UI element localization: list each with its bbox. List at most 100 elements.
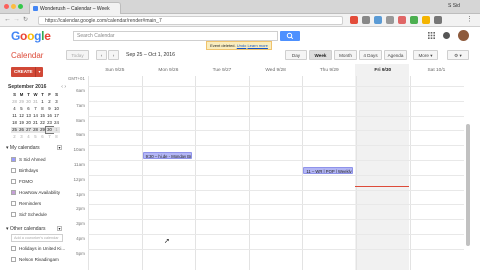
view-day-button[interactable]: Day — [285, 50, 307, 60]
calendar-color-checkbox[interactable] — [11, 168, 16, 173]
mini-calendar-day[interactable]: 21 — [32, 120, 39, 126]
mini-calendar-day[interactable]: 31 — [32, 99, 39, 105]
extension-icon[interactable] — [410, 16, 418, 24]
mini-calendar-day[interactable]: 5 — [18, 106, 25, 112]
maximize-window-icon[interactable] — [18, 4, 23, 9]
mini-calendar-nav[interactable]: ‹ › — [61, 84, 66, 90]
mini-calendar-day[interactable]: 6 — [39, 134, 46, 140]
calendar-item[interactable]: S Sid Ahmed — [11, 157, 46, 162]
mini-calendar-day[interactable]: 30 — [25, 99, 32, 105]
mini-calendar-day[interactable]: 2 — [11, 134, 18, 140]
extension-icon[interactable] — [422, 16, 430, 24]
extension-icon[interactable] — [362, 16, 370, 24]
mini-calendar-day[interactable]: 2 — [46, 99, 53, 105]
forward-icon[interactable]: → — [13, 16, 20, 24]
mini-calendar-day[interactable]: 8 — [39, 106, 46, 112]
calendar-item[interactable]: HowNow Availability — [11, 190, 60, 195]
mini-calendar-day[interactable]: 11 — [11, 113, 18, 119]
mini-calendar-day[interactable]: 16 — [46, 113, 53, 119]
learn-more-link[interactable]: Learn more — [247, 43, 267, 48]
extension-icon[interactable] — [386, 16, 394, 24]
mini-calendar-day[interactable]: 27 — [25, 127, 32, 133]
calendar-color-checkbox[interactable] — [11, 201, 16, 206]
mini-calendar-day[interactable]: 24 — [53, 120, 60, 126]
mini-calendar-day[interactable]: 1 — [53, 127, 60, 133]
browser-menu-icon[interactable]: ⋮ — [466, 16, 473, 24]
back-icon[interactable]: ← — [4, 16, 11, 24]
day-column-header[interactable]: Mon 9/26 — [142, 68, 196, 73]
mini-calendar-day[interactable]: 8 — [53, 134, 60, 140]
calendar-color-checkbox[interactable] — [11, 157, 16, 162]
mini-calendar-day[interactable]: 5 — [32, 134, 39, 140]
reload-icon[interactable]: ↻ — [23, 16, 28, 24]
mini-calendar-day[interactable]: 10 — [53, 106, 60, 112]
day-column-header[interactable]: Wed 9/28 — [249, 68, 303, 73]
calendar-item[interactable]: FOMO — [11, 179, 33, 184]
notifications-icon[interactable] — [443, 32, 450, 39]
mini-calendar-day[interactable]: 12 — [18, 113, 25, 119]
mini-calendar-day[interactable]: 3 — [53, 99, 60, 105]
scrollbar[interactable] — [466, 124, 470, 246]
browser-tab[interactable]: Wonderush – Calendar – Week — [29, 2, 121, 14]
settings-button[interactable]: ⚙ ▾ — [447, 50, 469, 60]
day-column-header[interactable]: Sat 10/1 — [410, 68, 464, 73]
undo-link[interactable]: Undo — [237, 43, 247, 48]
search-button[interactable] — [280, 31, 300, 41]
browser-user[interactable]: S Sid — [448, 3, 460, 9]
day-column-header[interactable]: Fri 9/30 — [356, 68, 410, 73]
calendar-item[interactable]: Birthdays — [11, 168, 38, 173]
mini-calendar-day[interactable]: 19 — [18, 120, 25, 126]
calendar-item[interactable]: Reminders — [11, 201, 41, 206]
mini-calendar-day[interactable]: 7 — [46, 134, 53, 140]
mini-calendar-day[interactable]: 30 — [45, 126, 54, 134]
view-month-button[interactable]: Month — [334, 50, 357, 60]
mini-calendar-day[interactable]: 29 — [18, 99, 25, 105]
calendar-item[interactable]: Holidays in United Ki... — [11, 246, 65, 251]
avatar[interactable] — [458, 30, 469, 41]
mini-calendar-day[interactable]: 1 — [39, 99, 46, 105]
create-dropdown-icon[interactable]: ▾ — [35, 67, 43, 77]
mini-calendar-day[interactable]: 22 — [39, 120, 46, 126]
calendar-color-checkbox[interactable] — [11, 212, 16, 217]
mini-calendar-day[interactable]: 14 — [32, 113, 39, 119]
extension-icon[interactable] — [350, 16, 358, 24]
search-input[interactable]: Search Calendar — [73, 31, 278, 41]
mini-calendar-day[interactable]: 18 — [11, 120, 18, 126]
day-column-header[interactable]: Thu 9/29 — [302, 68, 356, 73]
prev-week-button[interactable]: ‹ — [96, 50, 107, 60]
mini-calendar-day[interactable]: 28 — [32, 127, 39, 133]
minimize-window-icon[interactable] — [11, 4, 16, 9]
mini-calendar-day[interactable]: 17 — [53, 113, 60, 119]
extension-icon[interactable] — [434, 16, 442, 24]
mini-calendar-day[interactable]: 3 — [18, 134, 25, 140]
my-calendars-header[interactable]: ▾ My calendars — [6, 145, 40, 151]
next-week-button[interactable]: › — [108, 50, 119, 60]
mini-calendar-day[interactable]: 4 — [11, 106, 18, 112]
mini-calendar-day[interactable]: 26 — [18, 127, 25, 133]
more-button[interactable]: More ▾ — [413, 50, 438, 60]
extension-icon[interactable] — [398, 16, 406, 24]
calendar-color-checkbox[interactable] — [11, 190, 16, 195]
calendar-item[interactable]: Sid' Schedule — [11, 212, 47, 217]
today-button[interactable]: Today — [66, 50, 89, 60]
calendar-color-checkbox[interactable] — [11, 179, 16, 184]
mini-calendar-day[interactable]: 15 — [39, 113, 46, 119]
mini-calendar-day[interactable]: 7 — [32, 106, 39, 112]
close-window-icon[interactable] — [4, 4, 9, 9]
mini-calendar-day[interactable]: 13 — [25, 113, 32, 119]
view-agenda-button[interactable]: Agenda — [384, 50, 407, 60]
calendar-event[interactable]: 11 – WR | POP | Weekly R... — [303, 167, 353, 174]
mini-calendar-day[interactable]: 4 — [25, 134, 32, 140]
day-column-header[interactable]: Sun 9/25 — [88, 68, 142, 73]
calendar-color-checkbox[interactable] — [11, 246, 16, 251]
mini-calendar-day[interactable]: 20 — [25, 120, 32, 126]
url-input[interactable]: https://calendar.google.com/calendar/ren… — [38, 16, 343, 25]
calendar-item[interactable]: Nelson Rivadingam — [11, 257, 59, 262]
extension-icon[interactable] — [374, 16, 382, 24]
calendar-event[interactable]: 9:30 – hi.de - Monday Brief — [142, 152, 193, 160]
add-coworker-input[interactable]: Add a coworker's calendar — [11, 234, 63, 242]
mini-calendar-day[interactable]: 9 — [46, 106, 53, 112]
calendar-color-checkbox[interactable] — [11, 257, 16, 262]
view-4days-button[interactable]: 4 Days — [359, 50, 382, 60]
other-calendars-header[interactable]: ▾ Other calendars — [6, 226, 45, 232]
